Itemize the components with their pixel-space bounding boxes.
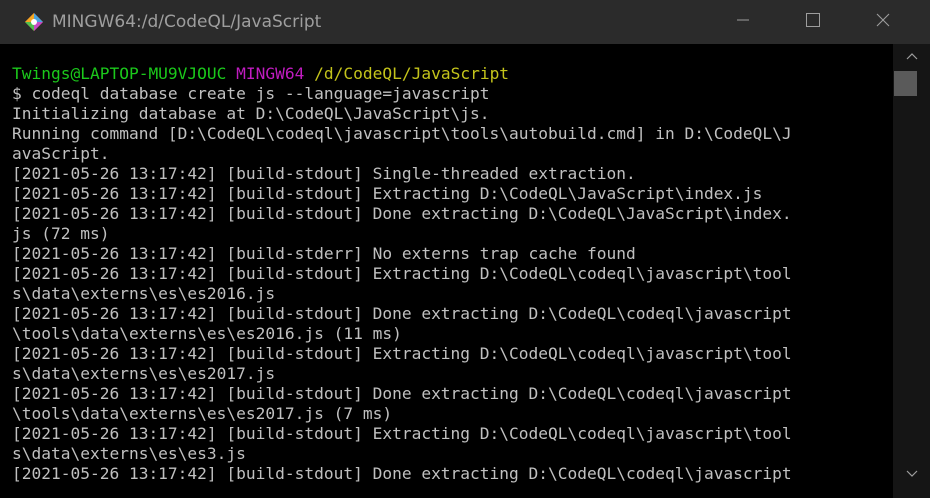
command-line: $ codeql database create js --language=j…: [12, 84, 490, 103]
output-line: \tools\data\externs\es\es2017.js (7 ms): [12, 404, 393, 423]
prompt-shell: MINGW64: [236, 64, 305, 83]
chevron-up-icon: [906, 47, 918, 65]
prompt-path: /d/CodeQL/JavaScript: [314, 64, 510, 83]
output-line: avaScript.: [12, 144, 110, 163]
terminal-window: MINGW64:/d/CodeQL/JavaScript Twings@LAPT…: [0, 0, 930, 498]
output-line: s\data\externs\es\es2016.js: [12, 284, 276, 303]
output-line: s\data\externs\es\es2017.js: [12, 364, 276, 383]
prompt-line: Twings@LAPTOP-MU9VJOUC MINGW64 /d/CodeQL…: [12, 64, 892, 84]
output-line: [2021-05-26 13:17:42] [build-stdout] Don…: [12, 464, 792, 483]
output-line: Initializing database at D:\CodeQL\JavaS…: [12, 104, 490, 123]
output-line: [2021-05-26 13:17:42] [build-stdout] Ext…: [12, 344, 792, 363]
close-button[interactable]: [860, 0, 906, 44]
terminal-output[interactable]: Twings@LAPTOP-MU9VJOUC MINGW64 /d/CodeQL…: [0, 44, 893, 498]
output-line: [2021-05-26 13:17:42] [build-stdout] Ext…: [12, 424, 792, 443]
window-title: MINGW64:/d/CodeQL/JavaScript: [52, 12, 322, 32]
scrollbar-thumb[interactable]: [894, 71, 917, 96]
scrollbar[interactable]: [893, 44, 930, 498]
close-icon: [875, 12, 891, 33]
output-line: [2021-05-26 13:17:42] [build-stdout] Don…: [12, 204, 792, 223]
output-line: [2021-05-26 13:17:42] [build-stdout] Don…: [12, 304, 792, 323]
prompt-user: Twings@LAPTOP-MU9VJOUC: [12, 64, 227, 83]
maximize-icon: [805, 12, 821, 33]
minimize-icon: [736, 13, 750, 32]
output-line: js (72 ms): [12, 224, 110, 243]
output-line: [2021-05-26 13:17:42] [build-stderr] No …: [12, 244, 636, 263]
output-line: [2021-05-26 13:17:42] [build-stdout] Don…: [12, 384, 792, 403]
title-bar[interactable]: MINGW64:/d/CodeQL/JavaScript: [0, 0, 930, 44]
output-line: \tools\data\externs\es\es2016.js (11 ms): [12, 324, 402, 343]
maximize-button[interactable]: [790, 0, 836, 44]
output-line: [2021-05-26 13:17:42] [build-stdout] Sin…: [12, 164, 636, 183]
minimize-button[interactable]: [720, 0, 766, 44]
scroll-up-button[interactable]: [900, 46, 924, 66]
terminal-text-area[interactable]: Twings@LAPTOP-MU9VJOUC MINGW64 /d/CodeQL…: [12, 64, 892, 484]
scroll-down-button[interactable]: [900, 464, 924, 484]
output-line: Running command [D:\CodeQL\codeql\javasc…: [12, 124, 792, 143]
output-line: [2021-05-26 13:17:42] [build-stdout] Ext…: [12, 264, 792, 283]
git-bash-icon: [24, 12, 44, 32]
output-line: [2021-05-26 13:17:42] [build-stdout] Ext…: [12, 184, 763, 203]
output-line: s\data\externs\es\es3.js: [12, 444, 246, 463]
chevron-down-icon: [906, 465, 918, 483]
